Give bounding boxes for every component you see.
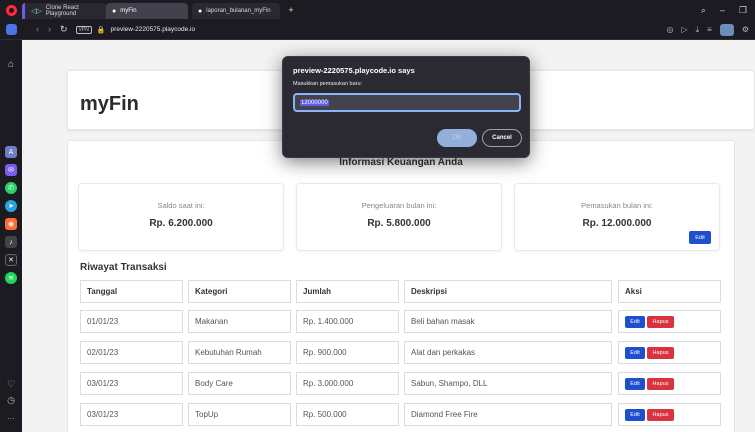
header-cell: Aksi [618, 280, 721, 303]
camera-icon[interactable]: ◎ [666, 25, 673, 34]
tab-clone-react-playground[interactable]: ◁▷ Clone React Playground [22, 3, 106, 19]
cell-actions: Edit Hapus [618, 341, 721, 364]
github-favicon-icon: ● [112, 7, 117, 15]
stat-label: Pengeluaran bulan ini: [361, 201, 437, 210]
delete-row-button[interactable]: Hapus [647, 315, 674, 328]
brand-title: myFin [80, 93, 139, 115]
tab-laporan-bulanan[interactable]: ● laporan_bulanan_myFin [192, 3, 280, 19]
cell-amount: Rp. 500.000 [296, 403, 399, 426]
edit-pemasukan-button[interactable]: Edit [689, 231, 711, 244]
tab-myfin[interactable]: ● myFin [106, 3, 188, 19]
more-icon[interactable]: ··· [5, 412, 17, 424]
cell-date: 03/01/23 [80, 403, 183, 426]
prompt-dialog: preview-2220575.playcode.io says Masukka… [282, 56, 530, 158]
cell-category: Body Care [188, 372, 291, 395]
cell-category: TopUp [188, 403, 291, 426]
play-icon[interactable]: ▷ [681, 25, 687, 34]
cell-category: Makanan [188, 310, 291, 333]
edit-row-button[interactable]: Edit [625, 377, 645, 390]
whatsapp-icon[interactable]: ✆ [5, 182, 17, 194]
extensions-icon[interactable]: ⚙ [742, 25, 749, 34]
dialog-message: Masukkan pemasukan baru: [293, 81, 363, 87]
restore-icon[interactable]: ❐ [739, 5, 747, 16]
cell-amount: Rp. 3.000.000 [296, 372, 399, 395]
tab-label: myFin [120, 8, 137, 14]
stat-pengeluaran: Pengeluaran bulan ini: Rp. 5.800.000 [296, 183, 502, 251]
menu-icon[interactable]: ≡ [707, 25, 712, 34]
dialog-input-value: 12000000 [300, 99, 329, 106]
stat-value: Rp. 6.200.000 [149, 218, 213, 229]
cell-actions: Edit Hapus [618, 372, 721, 395]
cell-date: 02/01/23 [80, 341, 183, 364]
spotify-icon[interactable]: ≋ [5, 272, 17, 284]
address-bar: ‹ › ↻ VPN 🔒 preview-2220575.playcode.io … [0, 20, 755, 40]
tiktok-icon[interactable]: ♪ [5, 236, 17, 248]
cell-actions: Edit Hapus [618, 403, 721, 426]
opera-logo-icon[interactable] [0, 0, 22, 20]
back-icon[interactable]: ‹ [36, 24, 39, 35]
edit-row-button[interactable]: Edit [625, 408, 645, 421]
cell-description: Sabun, Shampo, DLL [404, 372, 612, 395]
cell-category: Kebutuhan Rumah [188, 341, 291, 364]
stat-value: Rp. 5.800.000 [367, 218, 431, 229]
stat-saldo: Saldo saat ini: Rp. 6.200.000 [78, 183, 284, 251]
cancel-button[interactable]: Cancel [482, 129, 522, 147]
header-cell: Jumlah [296, 280, 399, 303]
cell-date: 03/01/23 [80, 372, 183, 395]
forward-icon[interactable]: › [48, 24, 51, 35]
header-cell: Tanggal [80, 280, 183, 303]
stat-value: Rp. 12.000.000 [582, 218, 652, 229]
workspace-icon[interactable] [0, 20, 22, 40]
profile-avatar[interactable] [719, 23, 734, 36]
nav-buttons: ‹ › ↻ [36, 24, 68, 35]
edit-row-button[interactable]: Edit [625, 315, 645, 328]
tab-label: laporan_bulanan_myFin [206, 8, 271, 14]
x-twitter-icon[interactable]: ✕ [5, 254, 17, 266]
history-title: Riwayat Transaksi [80, 262, 167, 273]
new-tab-icon[interactable]: + [284, 3, 298, 17]
reload-icon[interactable]: ↻ [60, 24, 68, 35]
lock-icon[interactable]: 🔒 [97, 26, 106, 34]
github-favicon-icon: ● [198, 7, 203, 15]
stat-label: Pemasukan bulan ini: [581, 201, 653, 210]
delete-row-button[interactable]: Hapus [647, 346, 674, 359]
dialog-title: preview-2220575.playcode.io says [293, 66, 415, 75]
header-cell: Deskripsi [404, 280, 612, 303]
delete-row-button[interactable]: Hapus [647, 377, 674, 390]
telegram-icon[interactable]: ➤ [5, 200, 17, 212]
download-icon[interactable]: ⤓ [696, 25, 700, 35]
cell-amount: Rp. 1.400.000 [296, 310, 399, 333]
messenger-icon[interactable]: ✉ [5, 164, 17, 176]
tab-label: Clone React Playground [45, 5, 79, 17]
search-tabs-icon[interactable]: ⌕ [701, 5, 706, 16]
cell-description: Diamond Free Fire [404, 403, 612, 426]
ok-button[interactable]: OK [437, 129, 477, 147]
browser-tab-strip: ◁▷ Clone React Playground ● myFin ● lapo… [0, 0, 755, 20]
instagram-icon[interactable]: ◉ [5, 218, 17, 230]
aria-icon[interactable]: A [5, 146, 17, 158]
info-title: Informasi Keuangan Anda [339, 157, 463, 168]
header-cell: Kategori [188, 280, 291, 303]
playcode-favicon-icon: ◁▷ [31, 8, 42, 15]
cell-actions: Edit Hapus [618, 310, 721, 333]
minimize-icon[interactable]: – [720, 5, 725, 16]
browser-sidebar: ⌂ A ✉ ✆ ➤ ◉ ♪ ✕ ≋ ♡ ◷ ··· [0, 40, 22, 432]
edit-row-button[interactable]: Edit [625, 346, 645, 359]
url-text[interactable]: preview-2220575.playcode.io [111, 26, 196, 33]
stat-pemasukan: Pemasukan bulan ini: Rp. 12.000.000 Edit [514, 183, 720, 251]
cell-amount: Rp. 900.000 [296, 341, 399, 364]
finance-card: Informasi Keuangan Anda Saldo saat ini: … [67, 140, 735, 432]
heart-icon[interactable]: ♡ [5, 378, 17, 390]
cell-date: 01/01/23 [80, 310, 183, 333]
delete-row-button[interactable]: Hapus [647, 408, 674, 421]
cell-description: Beli bahan masak [404, 310, 612, 333]
cell-description: Alat dan perkakas [404, 341, 612, 364]
dialog-input[interactable]: 12000000 [293, 93, 521, 112]
address-bar-actions: ◎ ▷ ⤓ ≡ ⚙ [666, 23, 755, 36]
home-icon[interactable]: ⌂ [5, 58, 17, 70]
vpn-badge[interactable]: VPN [75, 25, 92, 34]
window-controls: ⌕ – ❐ [701, 5, 755, 16]
history-icon[interactable]: ◷ [5, 394, 17, 406]
stat-label: Saldo saat ini: [157, 201, 205, 210]
